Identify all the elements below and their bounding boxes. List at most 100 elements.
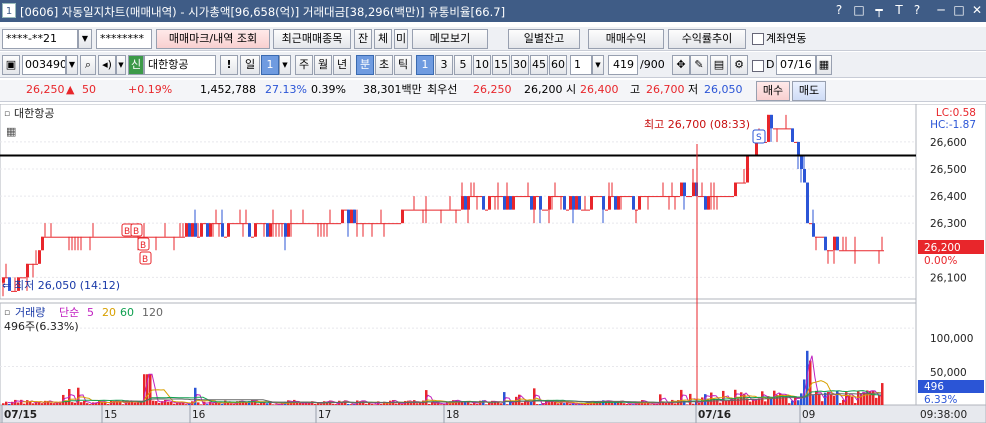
gear-icon[interactable]: ⚙ (730, 55, 748, 75)
candle (230, 223, 233, 225)
memo-button[interactable]: 메모보기 (412, 29, 488, 49)
interval-1-button[interactable]: 1 (416, 55, 434, 75)
candle (467, 196, 470, 210)
sell-button[interactable]: 매도 (792, 81, 826, 101)
volume-bar (53, 403, 56, 405)
layout-icon[interactable]: ▣ (2, 55, 20, 75)
calendar-icon[interactable]: ▦ (816, 55, 832, 75)
volume-bar (536, 404, 539, 405)
volume-panel-collapse-icon[interactable]: ▫ (4, 308, 10, 318)
sell-mark[interactable]: S (752, 129, 766, 144)
volume-bar (200, 404, 203, 405)
candle (257, 223, 260, 225)
candle (482, 196, 485, 210)
period-minute-button[interactable]: 분 (356, 55, 374, 75)
candle (812, 223, 815, 237)
candle (356, 223, 359, 225)
period-week-button[interactable]: 주 (295, 55, 313, 75)
candle (680, 182, 683, 197)
candle (578, 196, 581, 210)
buy-mark[interactable]: B (130, 223, 143, 237)
password-field[interactable]: ******** (96, 29, 152, 49)
period-tick-button[interactable]: 틱 (394, 55, 412, 75)
volume-bar (140, 402, 143, 405)
interval-3-button[interactable]: 3 (435, 55, 453, 75)
candle (617, 196, 620, 210)
code-dropdown-icon[interactable]: ▼ (66, 55, 78, 75)
period-year-button[interactable]: 년 (333, 55, 351, 75)
chevron-down-icon[interactable]: ▼ (78, 29, 92, 49)
balance-button[interactable]: 잔 (354, 29, 372, 49)
interval-15-button[interactable]: 15 (492, 55, 510, 75)
candle (92, 236, 95, 238)
volume-bar (506, 404, 509, 405)
stock-name-field[interactable]: 대한항공 (144, 55, 216, 75)
date-checkbox[interactable] (752, 60, 764, 72)
restore-frame-icon[interactable]: □ (852, 3, 866, 17)
crosshair-icon[interactable]: ✥ (672, 55, 690, 75)
candle (422, 209, 425, 211)
volume-bar (644, 403, 647, 405)
candle (425, 209, 428, 211)
period-day-button[interactable]: 일 (240, 55, 260, 75)
period-value-select[interactable]: 1 (261, 55, 279, 75)
executed-button[interactable]: 체 (374, 29, 392, 49)
interval-10-button[interactable]: 10 (473, 55, 491, 75)
candle (350, 209, 353, 224)
volume-bar (185, 404, 188, 405)
custom-dropdown-icon[interactable]: ▼ (592, 55, 604, 75)
help-icon[interactable]: ? (832, 3, 846, 17)
interval-45-button[interactable]: 45 (530, 55, 548, 75)
volume-bar (686, 404, 689, 405)
daily-balance-button[interactable]: 일별잔고 (508, 29, 580, 49)
trade-profit-button[interactable]: 매매수익 (588, 29, 664, 49)
speaker-icon[interactable]: ◂) (98, 55, 116, 75)
pin-icon[interactable]: ┯ (872, 3, 886, 17)
period-second-button[interactable]: 초 (375, 55, 393, 75)
data-count-input[interactable]: 419 (608, 55, 638, 75)
trade-mark-query-button[interactable]: 매매마크/내역 조회 (156, 29, 270, 49)
speaker-dropdown-icon[interactable]: ▼ (116, 55, 126, 75)
date-input[interactable]: 07/16 (776, 55, 816, 75)
account-select[interactable]: ****-**21 (2, 29, 78, 49)
candle (533, 196, 536, 210)
period-month-button[interactable]: 월 (314, 55, 332, 75)
candle (404, 209, 407, 211)
text-size-icon[interactable]: T (892, 3, 906, 17)
custom-interval-input[interactable]: 1 (570, 55, 592, 75)
save-icon[interactable]: ▤ (710, 55, 728, 75)
candle (833, 236, 836, 251)
interval-60-button[interactable]: 60 (549, 55, 567, 75)
period-dropdown-icon[interactable]: ▼ (279, 55, 291, 75)
buy-mark[interactable]: B (139, 251, 152, 265)
candle (419, 209, 422, 211)
volume-bar (881, 383, 884, 405)
buy-mark[interactable]: B (137, 237, 150, 251)
info-icon[interactable]: ? (910, 3, 924, 17)
candle (818, 236, 821, 238)
candle (212, 223, 215, 225)
volume-bar (875, 397, 878, 405)
maximize-icon[interactable]: □ (952, 3, 966, 17)
recent-trades-button[interactable]: 최근매매종목 (273, 29, 351, 49)
candle (692, 182, 695, 197)
account-link-checkbox[interactable] (752, 33, 764, 45)
close-icon[interactable]: ✕ (970, 3, 984, 17)
stock-code-input[interactable]: 003490 (22, 55, 66, 75)
search-icon[interactable]: ⌕ (80, 55, 96, 75)
candle (779, 128, 782, 130)
chart-area[interactable]: ▫ 대한항공 ▦ LC:0.58 HC:-1.87 26,600 26,500 26… (0, 104, 986, 423)
interval-5-button[interactable]: 5 (454, 55, 472, 75)
interval-30-button[interactable]: 30 (511, 55, 529, 75)
draw-tool-icon[interactable]: ✎ (690, 55, 708, 75)
panel-collapse-icon[interactable]: ▫ (4, 109, 10, 119)
return-trend-button[interactable]: 수익률추이 (668, 29, 746, 49)
candle (638, 196, 641, 210)
candle (707, 196, 710, 210)
chart-canvas[interactable]: ▫ 대한항공 ▦ LC:0.58 HC:-1.87 26,600 26,500 26… (0, 104, 986, 423)
unfilled-button[interactable]: 미 (394, 29, 408, 49)
grid-toggle-icon[interactable]: ▦ (6, 125, 16, 138)
minimize-icon[interactable]: ─ (934, 3, 948, 17)
buy-button[interactable]: 매수 (756, 81, 790, 101)
alert-button[interactable]: ! (220, 55, 238, 75)
